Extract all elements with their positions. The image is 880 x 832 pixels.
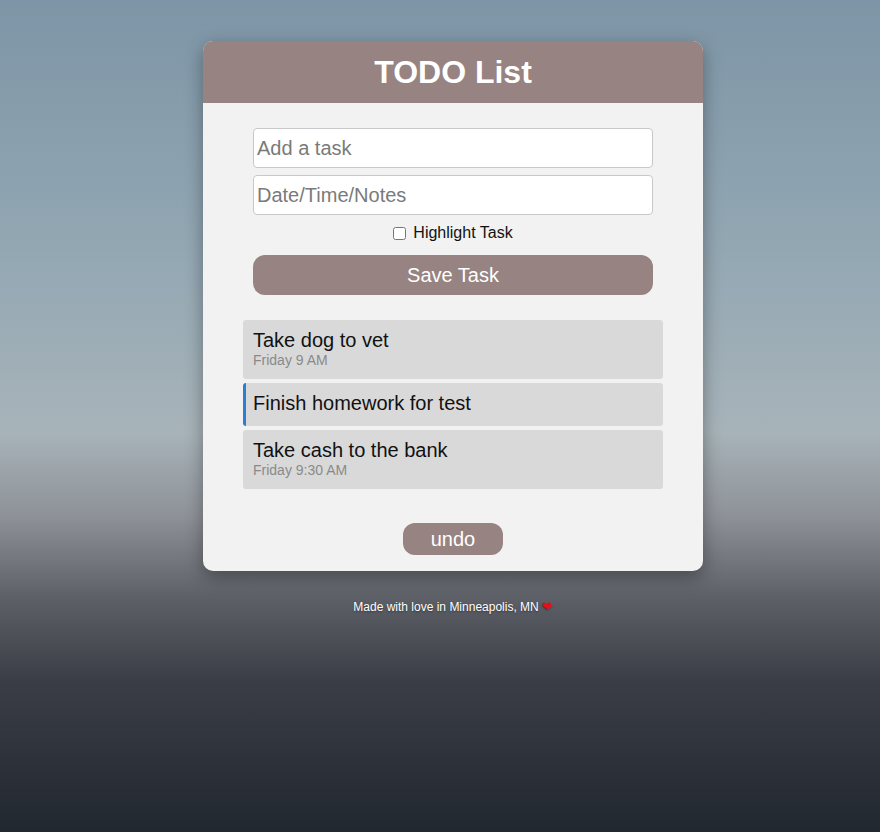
task-title: Take cash to the bank (253, 439, 653, 462)
background-photo: TODO List Highlight Task Save Task Take … (0, 0, 880, 832)
todo-card: TODO List Highlight Task Save Task Take … (203, 41, 703, 571)
footer-text: Made with love in Minneapolis, MN (353, 600, 538, 614)
footer: Made with love in Minneapolis, MN ❤ (353, 599, 552, 614)
task-form: Highlight Task Save Task (253, 128, 653, 295)
task-input[interactable] (253, 128, 653, 168)
task-title: Take dog to vet (253, 329, 653, 352)
undo-button[interactable]: undo (403, 523, 503, 555)
notes-input[interactable] (253, 175, 653, 215)
task-title: Finish homework for test (253, 392, 653, 415)
heart-icon: ❤ (542, 599, 553, 614)
highlight-option[interactable]: Highlight Task (393, 224, 512, 242)
highlight-label: Highlight Task (413, 224, 512, 242)
task-item[interactable]: Take cash to the bank Friday 9:30 AM (243, 430, 663, 489)
highlight-checkbox[interactable] (393, 227, 406, 240)
task-notes: Friday 9 AM (253, 352, 653, 369)
title: TODO List (374, 54, 532, 91)
save-button[interactable]: Save Task (253, 255, 653, 295)
task-list: Take dog to vet Friday 9 AM Finish homewo… (243, 320, 663, 489)
task-notes: Friday 9:30 AM (253, 462, 653, 479)
task-item[interactable]: Finish homework for test (243, 383, 663, 426)
task-item[interactable]: Take dog to vet Friday 9 AM (243, 320, 663, 379)
header: TODO List (203, 41, 703, 103)
